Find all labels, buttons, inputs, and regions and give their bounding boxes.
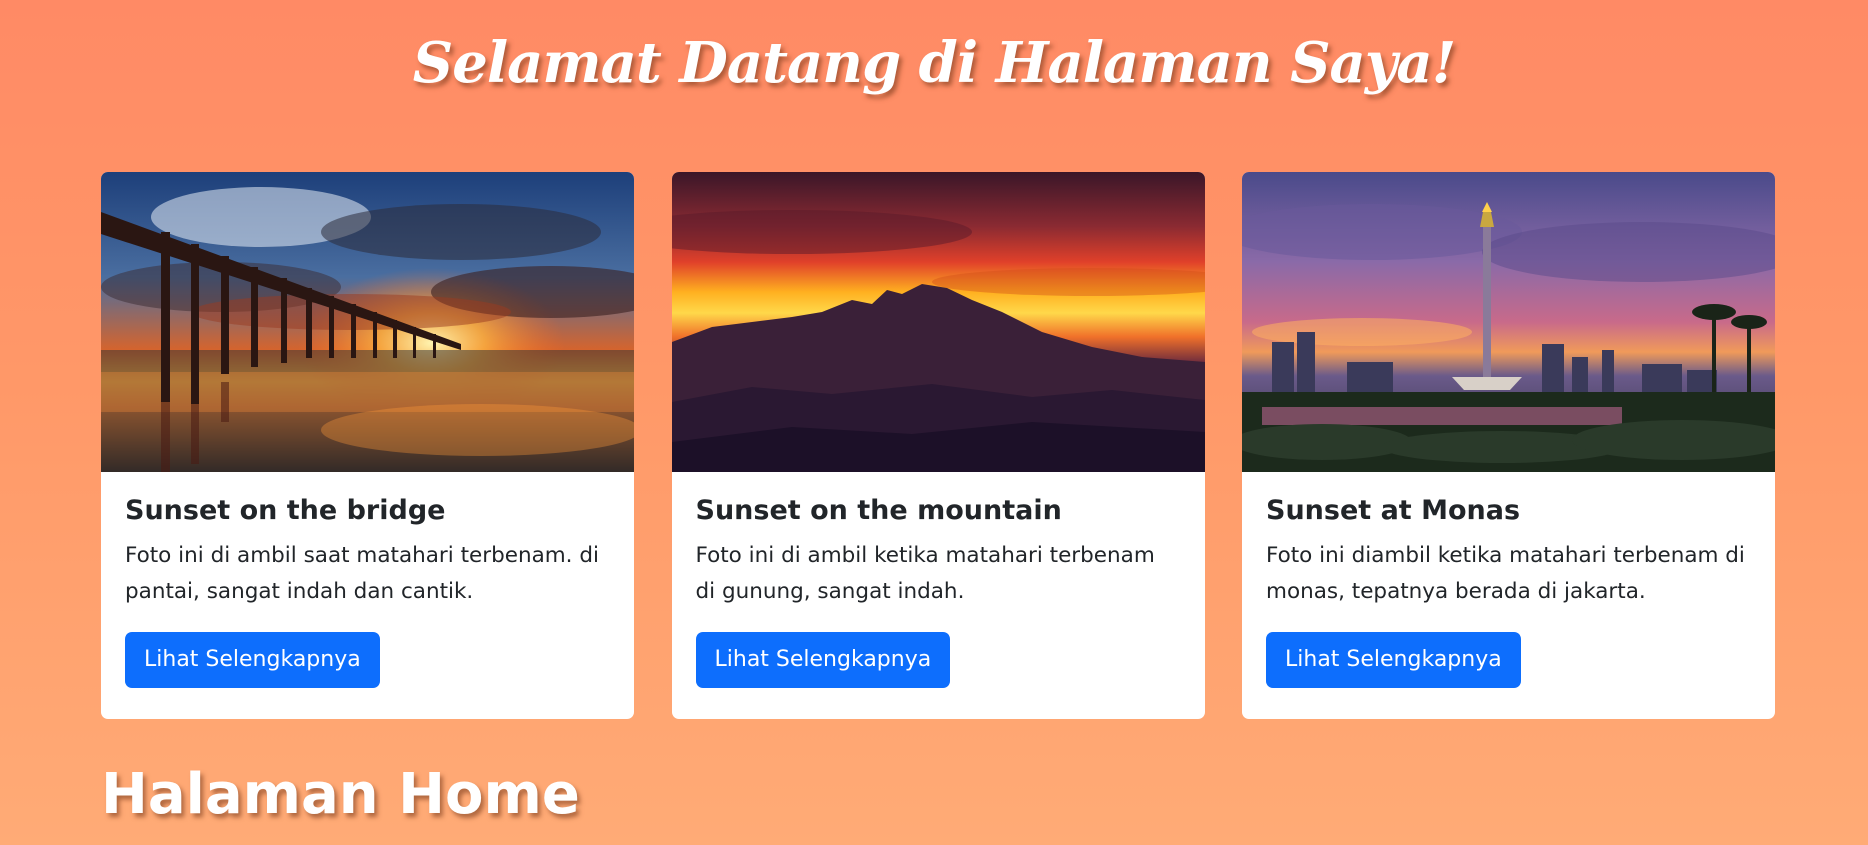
lihat-selengkapnya-button[interactable]: Lihat Selengkapnya: [125, 632, 380, 688]
page-title: Selamat Datang di Halaman Saya!: [412, 30, 1456, 96]
lihat-selengkapnya-button[interactable]: Lihat Selengkapnya: [1266, 632, 1521, 688]
card-list: Sunset on the bridge Foto ini di ambil s…: [101, 172, 1775, 719]
sunset-bridge-image: [101, 172, 634, 472]
card-text: Foto ini di ambil saat matahari terbenam…: [125, 543, 599, 604]
section-heading: Halaman Home: [101, 762, 580, 827]
card-sunset-bridge: Sunset on the bridge Foto ini di ambil s…: [101, 172, 634, 719]
lihat-selengkapnya-button[interactable]: Lihat Selengkapnya: [695, 632, 951, 688]
sunset-monas-image: [1242, 172, 1775, 472]
card-title: Sunset at Monas: [1266, 495, 1521, 526]
card-sunset-monas: Sunset at Monas Foto ini diambil ketika …: [1242, 172, 1775, 719]
card-text: Foto ini di ambil ketika matahari terben…: [695, 543, 1155, 604]
sunset-mountain-image: [671, 172, 1205, 472]
card-text: Foto ini diambil ketika matahari terbena…: [1266, 543, 1745, 604]
card-title: Sunset on the mountain: [695, 495, 1062, 526]
card-sunset-mountain: Sunset on the mountain Foto ini di ambil…: [671, 172, 1205, 719]
card-title: Sunset on the bridge: [125, 495, 446, 526]
